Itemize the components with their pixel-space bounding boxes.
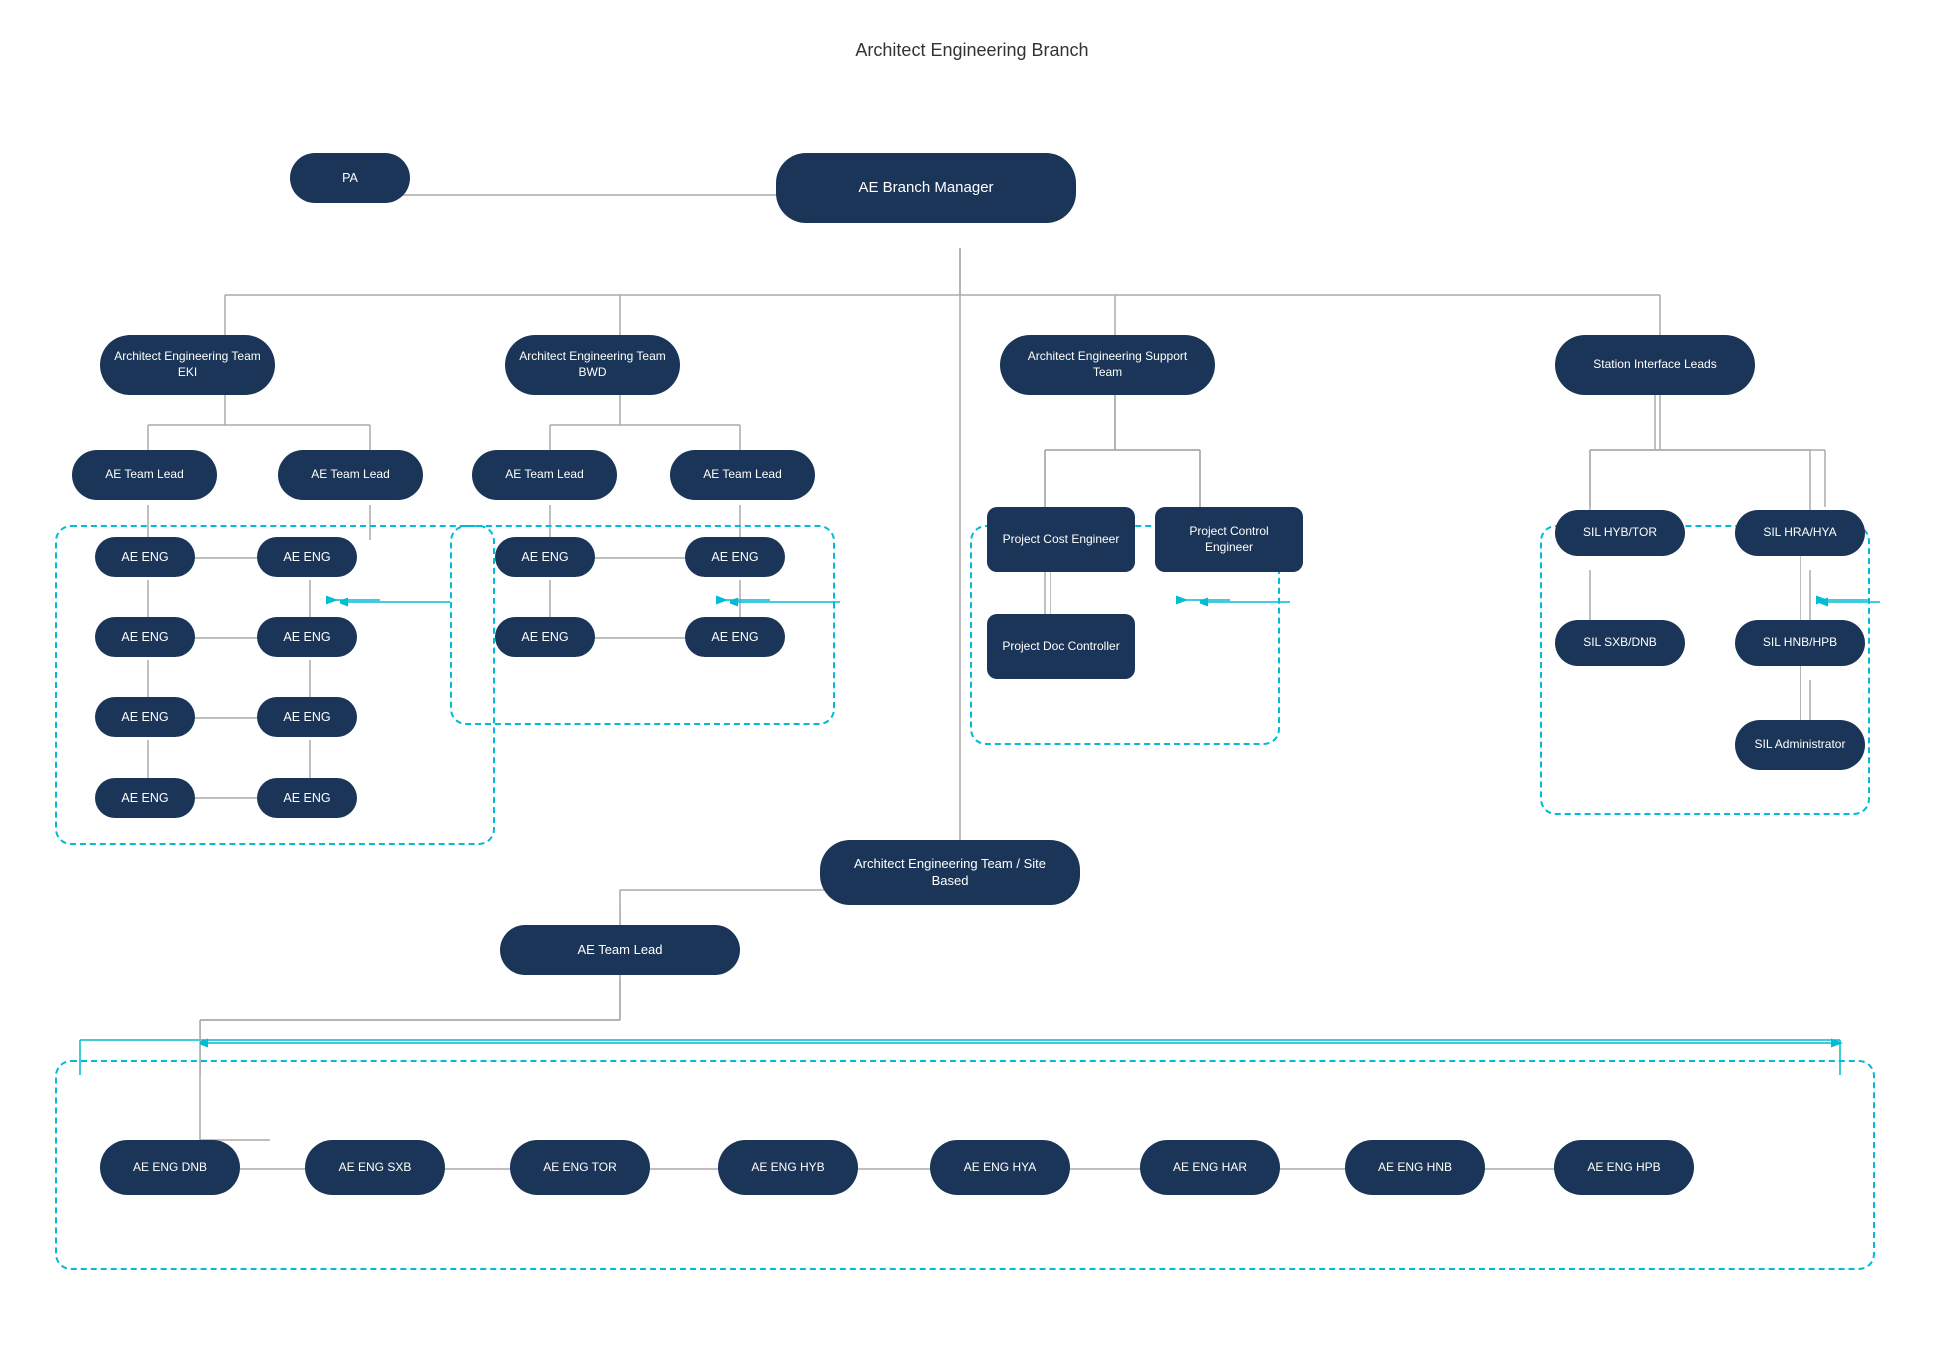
doc-ctrl-connector [1050,572,1052,617]
ae-team-site-based-node: Architect Engineering Team / Site Based [820,840,1080,905]
bwd-cyan-arrow [730,592,840,612]
ae-branch-manager-node: AE Branch Manager [776,153,1076,223]
ae-eng-bwd-r2c2: AE ENG [685,617,785,657]
ae-eng-hyb-node: AE ENG HYB [718,1140,858,1195]
ae-eng-bwd-r1c2: AE ENG [685,537,785,577]
ae-eng-hnb-node: AE ENG HNB [1345,1140,1485,1195]
ae-eng-dnb-node: AE ENG DNB [100,1140,240,1195]
ae-eng-eki-r2c2: AE ENG [257,617,357,657]
support-sub-connectors [1000,395,1330,515]
ae-eng-bwd-r1c1: AE ENG [495,537,595,577]
ae-team-lead-site-node: AE Team Lead [500,925,740,975]
ae-eng-har-node: AE ENG HAR [1140,1140,1280,1195]
lead-to-row-connector [200,975,625,1145]
ae-eng-hpb-node: AE ENG HPB [1554,1140,1694,1195]
sil-hra-hya-node: SIL HRA/HYA [1735,510,1865,556]
station-interface-box [1540,525,1870,815]
sil-sub-connectors [1555,395,1875,515]
ae-eng-tor-node: AE ENG TOR [510,1140,650,1195]
sil-connector [1735,556,1737,620]
ae-eng-eki-r3c1: AE ENG [95,697,195,737]
ae-eng-hya-node: AE ENG HYA [930,1140,1070,1195]
ae-team-eki-node: Architect Engineering Team EKI [100,335,275,395]
sil-admin-node: SIL Administrator [1735,720,1865,770]
sil-cyan-arrow [1820,592,1880,612]
ae-eng-eki-r3c2: AE ENG [257,697,357,737]
project-doc-controller-node: Project Doc Controller [987,614,1135,679]
ae-support-node: Architect Engineering Support Team [1000,335,1215,395]
ae-eng-eki-r1c2: AE ENG [257,537,357,577]
ae-eng-eki-r4c1: AE ENG [95,778,195,818]
pa-node: PA [290,153,410,203]
ae-eng-sxb-node: AE ENG SXB [305,1140,445,1195]
support-cyan-arrow [1200,592,1290,612]
ae-team-lead-eki-a: AE Team Lead [72,450,217,500]
ae-eng-eki-r2c1: AE ENG [95,617,195,657]
ae-team-lead-bwd-a: AE Team Lead [472,450,617,500]
project-control-engineer-node: Project Control Engineer [1155,507,1303,572]
sil-hyb-tor-node: SIL HYB/TOR [1555,510,1685,556]
project-cost-engineer-node: Project Cost Engineer [987,507,1135,572]
site-box-arrows [200,1033,1850,1053]
station-interface-node: Station Interface Leads [1555,335,1755,395]
ae-team-lead-bwd-b: AE Team Lead [670,450,815,500]
ae-eng-bwd-r2c1: AE ENG [495,617,595,657]
eki-cyan-arrow [340,592,450,612]
branch-to-site-connector [958,248,962,842]
ae-eng-eki-r1c1: AE ENG [95,537,195,577]
ae-team-bwd-node: Architect Engineering Team BWD [505,335,680,395]
sil-sxb-dnb-node: SIL SXB/DNB [1555,620,1685,666]
ae-team-lead-eki-b: AE Team Lead [278,450,423,500]
sil-hnb-hpb-node: SIL HNB/HPB [1735,620,1865,666]
page-container: Architect Engineering Branch PA AE Branc… [0,0,1944,1360]
ae-eng-eki-r4c2: AE ENG [257,778,357,818]
